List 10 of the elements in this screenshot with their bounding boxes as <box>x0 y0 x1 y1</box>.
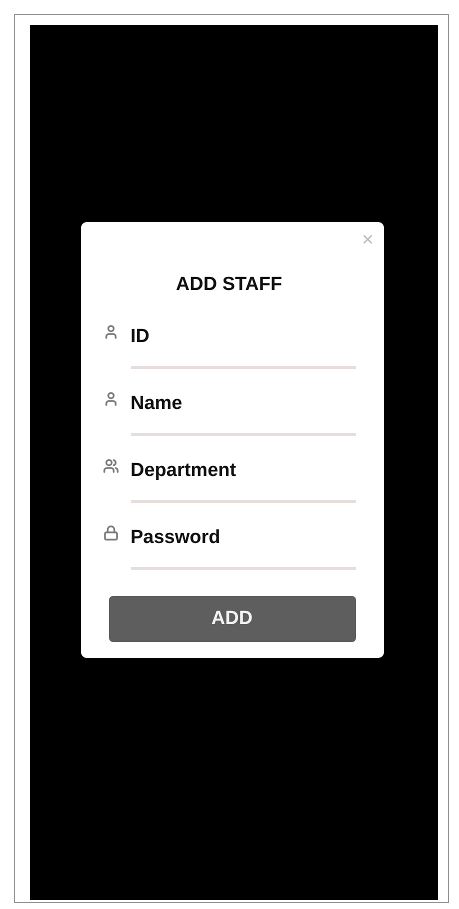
users-icon <box>102 458 118 474</box>
lock-icon <box>102 525 118 541</box>
user-icon <box>102 324 118 340</box>
input-field[interactable]: Password <box>130 515 356 570</box>
dialog-title: ADD STAFF <box>174 274 284 296</box>
user-icon <box>102 391 118 407</box>
add-button[interactable]: ADD <box>108 596 356 642</box>
input-field[interactable]: ID <box>130 314 356 369</box>
input-field[interactable]: Name <box>130 381 356 436</box>
input-field[interactable]: Department <box>130 448 356 503</box>
